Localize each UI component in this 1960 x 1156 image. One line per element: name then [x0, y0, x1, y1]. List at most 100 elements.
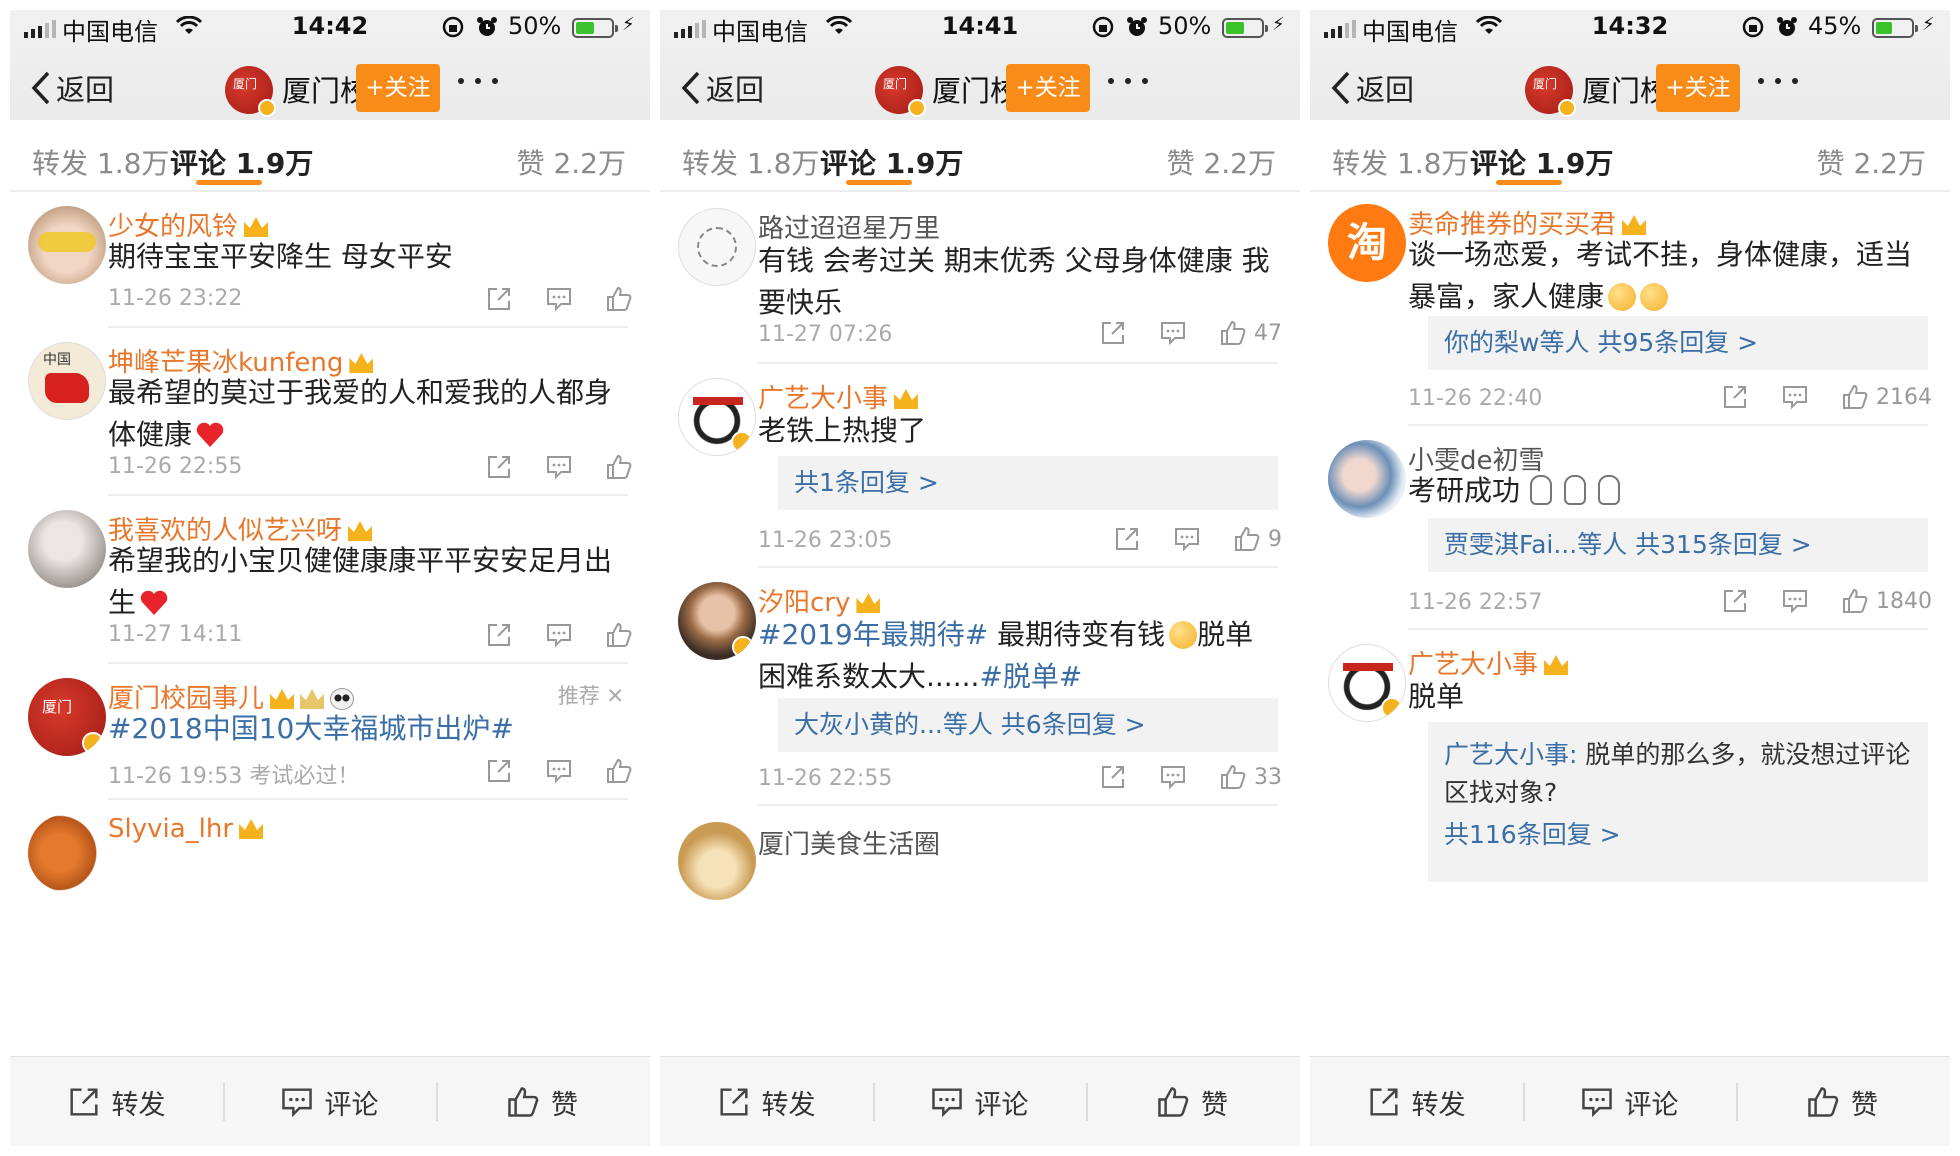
- thumbs-up-icon[interactable]: [1220, 764, 1246, 790]
- thumbs-up-icon: [1158, 1087, 1189, 1117]
- follow-button[interactable]: +关注: [1656, 64, 1740, 112]
- account-avatar[interactable]: 厦门: [875, 66, 926, 117]
- rotation-lock-icon: [1092, 16, 1114, 38]
- comment-button[interactable]: 评论: [873, 1057, 1086, 1146]
- more-icon[interactable]: [458, 78, 498, 84]
- share-icon[interactable]: [1114, 526, 1140, 552]
- share-icon[interactable]: [486, 622, 512, 648]
- verified-badge-icon: [1381, 697, 1403, 719]
- reply-icon[interactable]: [546, 286, 572, 312]
- recommend-tag[interactable]: 推荐 ✕: [558, 680, 624, 710]
- avatar[interactable]: 中国: [28, 342, 106, 420]
- thumbs-up-icon[interactable]: [1234, 526, 1260, 552]
- tab-reposts[interactable]: 转发 1.8万: [682, 142, 819, 182]
- avatar[interactable]: [28, 814, 106, 892]
- account-avatar[interactable]: 厦门: [225, 66, 276, 117]
- replies-link[interactable]: 贾雯淇Fai...等人 共315条回复 >: [1428, 518, 1928, 572]
- like-button[interactable]: 赞: [1736, 1057, 1949, 1146]
- reply-icon[interactable]: [1782, 588, 1808, 614]
- avatar[interactable]: [678, 208, 756, 286]
- share-icon[interactable]: [1722, 588, 1748, 614]
- like-count: 9: [1268, 526, 1282, 552]
- battery-icon: [1872, 18, 1918, 38]
- avatar[interactable]: [1328, 644, 1406, 722]
- charging-icon: ⚡: [1272, 14, 1285, 35]
- share-icon: [719, 1088, 748, 1116]
- thumbs-up-icon[interactable]: [1220, 320, 1246, 346]
- avatar[interactable]: [28, 510, 106, 588]
- tab-comments[interactable]: 评论 1.9万: [1470, 142, 1613, 182]
- topic-link[interactable]: #脱单#: [979, 660, 1082, 693]
- header: 中国电信 14:41 50% ⚡ 返回 厦门 厦门校园... +关注: [660, 10, 1300, 137]
- repost-button[interactable]: 转发: [660, 1057, 873, 1146]
- replies-link[interactable]: 共116条回复 >: [1444, 816, 1912, 854]
- like-button[interactable]: 赞: [436, 1057, 649, 1146]
- thumbs-up-icon[interactable]: [606, 454, 632, 480]
- tab-likes[interactable]: 赞 2.2万: [1167, 142, 1276, 182]
- replies-link[interactable]: 你的梨w等人 共95条回复 >: [1428, 316, 1928, 370]
- logo-text: 厦门: [233, 77, 258, 91]
- back-button[interactable]: 返回: [30, 66, 114, 110]
- tab-comments[interactable]: 评论 1.9万: [820, 142, 963, 182]
- taobao-icon[interactable]: 淘: [1328, 204, 1406, 282]
- comment-actions: 1840: [1688, 588, 1932, 614]
- avatar[interactable]: [28, 206, 106, 284]
- thumbs-up-icon[interactable]: [1842, 384, 1868, 410]
- tab-likes[interactable]: 赞 2.2万: [517, 142, 626, 182]
- logo-text: 厦门: [1533, 77, 1558, 91]
- reply-icon[interactable]: [546, 622, 572, 648]
- avatar[interactable]: 厦门: [28, 678, 106, 756]
- back-button[interactable]: 返回: [1330, 66, 1414, 110]
- thumbs-up-icon[interactable]: [1842, 588, 1868, 614]
- reply-icon[interactable]: [546, 454, 572, 480]
- share-icon[interactable]: [1100, 764, 1126, 790]
- topic-link[interactable]: #2019年最期待#: [758, 618, 988, 651]
- tab-reposts[interactable]: 转发 1.8万: [32, 142, 169, 182]
- tab-comments[interactable]: 评论 1.9万: [170, 142, 313, 182]
- bottom-action-bar: 转发 评论 赞: [660, 1056, 1300, 1146]
- avatar[interactable]: [678, 822, 756, 900]
- share-icon[interactable]: [1100, 320, 1126, 346]
- replies-link[interactable]: 大灰小黄的...等人 共6条回复 >: [778, 698, 1278, 752]
- reply-icon[interactable]: [1160, 764, 1186, 790]
- reply-icon[interactable]: [1782, 384, 1808, 410]
- comment-button[interactable]: 评论: [1523, 1057, 1736, 1146]
- reply-author[interactable]: 广艺大小事:: [1444, 740, 1577, 769]
- comment-author[interactable]: Slyvia_lhr: [108, 814, 264, 844]
- share-icon[interactable]: [486, 758, 512, 784]
- topic-link[interactable]: #2018中国10大幸福城市出炉#: [108, 712, 514, 745]
- reply-preview[interactable]: 广艺大小事: 脱单的那么多，就没想过评论区找对象? 共116条回复 >: [1428, 722, 1928, 882]
- logo-text: 厦门: [883, 77, 908, 91]
- thumbs-up-icon[interactable]: [606, 622, 632, 648]
- follow-button[interactable]: +关注: [356, 64, 440, 112]
- avatar[interactable]: [1328, 440, 1406, 518]
- share-icon[interactable]: [486, 286, 512, 312]
- alarm-icon: [1127, 17, 1147, 36]
- repost-button[interactable]: 转发: [10, 1057, 223, 1146]
- reply-icon[interactable]: [1160, 320, 1186, 346]
- crown-icon: [270, 689, 295, 709]
- like-button[interactable]: 赞: [1086, 1057, 1299, 1146]
- avatar[interactable]: [678, 582, 756, 660]
- more-icon[interactable]: [1758, 78, 1798, 84]
- more-icon[interactable]: [1108, 78, 1148, 84]
- reply-icon[interactable]: [1174, 526, 1200, 552]
- tab-reposts[interactable]: 转发 1.8万: [1332, 142, 1469, 182]
- account-avatar[interactable]: 厦门: [1525, 66, 1576, 117]
- tab-likes[interactable]: 赞 2.2万: [1817, 142, 1926, 182]
- share-icon[interactable]: [486, 454, 512, 480]
- follow-button[interactable]: +关注: [1006, 64, 1090, 112]
- reply-icon[interactable]: [546, 758, 572, 784]
- share-icon[interactable]: [1722, 384, 1748, 410]
- divider: [758, 804, 1278, 806]
- comment-author[interactable]: 厦门美食生活圈: [758, 824, 940, 861]
- replies-link[interactable]: 共1条回复 >: [778, 456, 1278, 510]
- repost-button[interactable]: 转发: [1310, 1057, 1523, 1146]
- thumbs-up-icon[interactable]: [606, 286, 632, 312]
- avatar[interactable]: [678, 378, 756, 456]
- active-tab-indicator: [1496, 180, 1562, 185]
- thumbs-up-icon[interactable]: [606, 758, 632, 784]
- comment-button[interactable]: 评论: [223, 1057, 436, 1146]
- tab-bar: 转发 1.8万 评论 1.9万 赞 2.2万: [1310, 120, 1950, 192]
- back-button[interactable]: 返回: [680, 66, 764, 110]
